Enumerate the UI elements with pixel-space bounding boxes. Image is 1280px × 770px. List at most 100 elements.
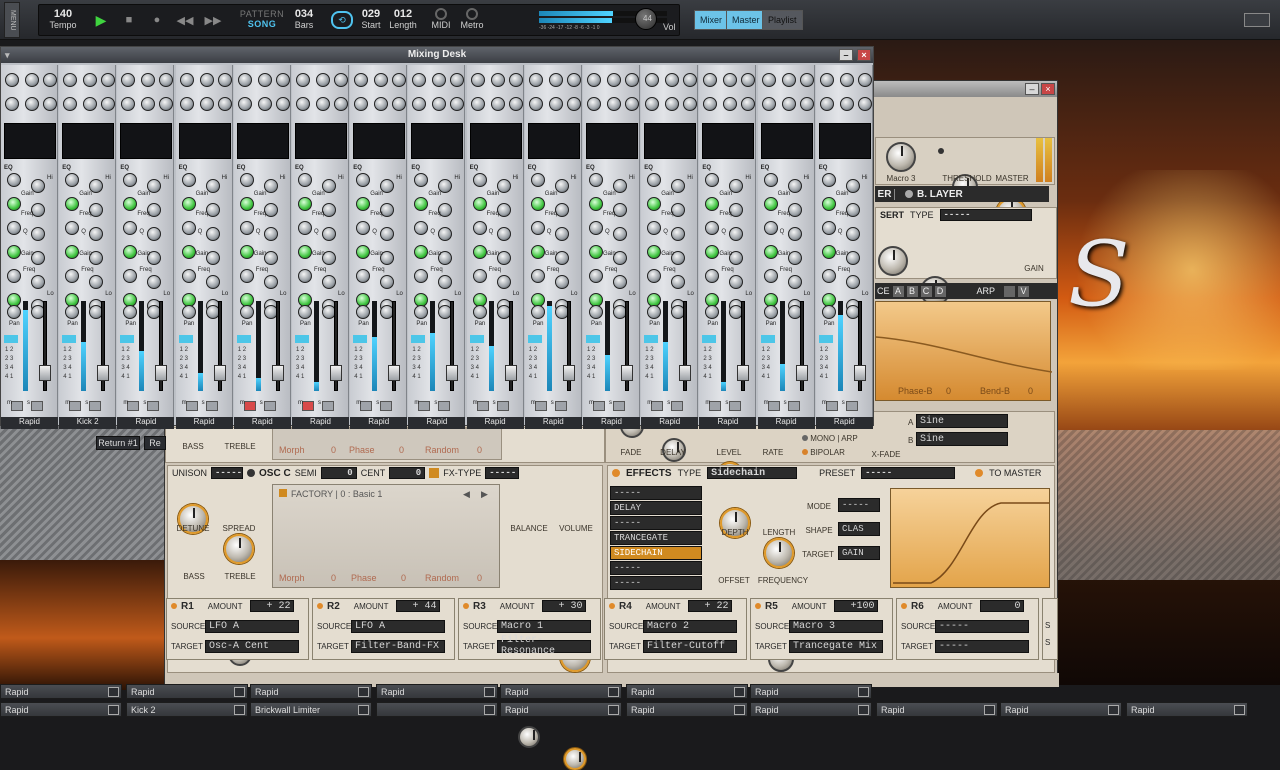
eq-knob[interactable] (787, 275, 802, 289)
send-knob[interactable] (723, 73, 738, 87)
eq-knob[interactable] (356, 173, 371, 187)
track-menu-button[interactable] (858, 687, 869, 697)
insert-slot-display[interactable] (411, 123, 464, 159)
eq-knob[interactable] (31, 227, 45, 241)
channel-name[interactable]: Kick 2 (59, 417, 117, 429)
fx-type-select[interactable]: ----- (485, 467, 520, 479)
eq-knob[interactable] (380, 275, 395, 289)
eq-knob[interactable] (705, 197, 720, 211)
eq-knob[interactable] (89, 275, 104, 289)
eq-knob[interactable] (181, 269, 196, 283)
fx-type-icon[interactable] (429, 468, 440, 478)
mute-button[interactable] (418, 401, 431, 411)
mono-arp-toggle[interactable]: MONO | ARP (802, 434, 858, 443)
eq-knob[interactable] (123, 221, 138, 235)
insert-slot-display[interactable] (527, 123, 580, 159)
insert-slot-display[interactable] (644, 123, 697, 159)
eq-knob[interactable] (496, 227, 511, 241)
track-bar[interactable]: Rapid (500, 684, 622, 699)
select-a-button[interactable]: A (892, 285, 904, 297)
eq-knob[interactable] (123, 173, 138, 187)
channel-fader[interactable] (330, 365, 342, 381)
send-knob[interactable] (645, 97, 660, 111)
track-bar[interactable]: Rapid (1126, 702, 1248, 717)
eq-knob[interactable] (31, 275, 45, 289)
insert-knob-1[interactable] (878, 246, 908, 276)
monitor-button[interactable] (62, 335, 77, 343)
track-bar[interactable]: Rapid (626, 684, 748, 699)
eq-knob[interactable] (821, 221, 836, 235)
send-knob[interactable] (819, 73, 834, 87)
v-button[interactable]: V (1018, 285, 1030, 297)
select-c-button[interactable]: C (920, 285, 932, 297)
insert-slot-display[interactable] (469, 123, 522, 159)
mod-source-select[interactable]: Macro 3 (789, 619, 883, 633)
playlist-view-button[interactable]: Playlist (762, 10, 803, 30)
bars-display[interactable]: 034 Bars (289, 8, 319, 30)
eq-knob[interactable] (181, 197, 196, 211)
channel-name[interactable]: Rapid (175, 417, 233, 429)
send-knob[interactable] (799, 73, 814, 87)
track-menu-button[interactable] (734, 687, 745, 697)
eq-knob[interactable] (414, 197, 429, 211)
mute-button[interactable] (709, 401, 722, 411)
send-knob[interactable] (528, 97, 543, 111)
send-knob[interactable] (819, 97, 834, 111)
send-knob[interactable] (703, 97, 718, 111)
mod-slot-led[interactable] (317, 603, 323, 609)
eq-knob[interactable] (472, 173, 487, 187)
monitor-button[interactable] (469, 335, 484, 343)
send-knob[interactable] (354, 73, 369, 87)
send-knob[interactable] (490, 97, 505, 111)
track-menu-button[interactable] (858, 705, 869, 715)
eq-knob[interactable] (298, 197, 312, 211)
wave-next-icon[interactable]: ▶ (481, 489, 488, 500)
send-knob[interactable] (548, 97, 563, 111)
eq-knob[interactable] (554, 227, 569, 241)
send-knob[interactable] (761, 97, 776, 111)
solo-button[interactable] (322, 401, 334, 411)
mute-button[interactable] (69, 401, 82, 411)
insert-slot-display[interactable] (295, 123, 347, 159)
send-knob[interactable] (587, 97, 601, 111)
mixer-close-button[interactable]: × (857, 49, 871, 61)
mute-button[interactable] (767, 401, 780, 411)
send-knob[interactable] (566, 73, 581, 87)
pan-knob[interactable] (821, 305, 836, 319)
eq-knob[interactable] (239, 221, 254, 235)
mode-select[interactable]: ----- (838, 498, 880, 512)
send-knob[interactable] (683, 97, 698, 111)
send-knob[interactable] (257, 73, 272, 87)
track-menu-button[interactable] (358, 705, 369, 715)
mute-button[interactable] (185, 401, 198, 411)
eq-knob[interactable] (298, 173, 312, 187)
metronome-button[interactable]: Metro (457, 8, 487, 30)
send-knob[interactable] (5, 97, 19, 111)
solo-button[interactable] (787, 401, 800, 411)
mod-source-select[interactable]: LFO A (351, 619, 445, 633)
mute-button[interactable] (243, 401, 256, 411)
mute-button[interactable] (825, 401, 838, 411)
channel-fader[interactable] (271, 365, 284, 381)
send-knob[interactable] (296, 97, 310, 111)
eq-knob[interactable] (589, 197, 603, 211)
pan-knob[interactable] (239, 305, 254, 319)
mod-slot-led[interactable] (463, 603, 469, 609)
send-knob[interactable] (25, 97, 39, 111)
send-knob[interactable] (839, 97, 854, 111)
mod-source-select[interactable]: Macro 2 (643, 619, 737, 633)
send-knob[interactable] (5, 73, 19, 87)
send-knob[interactable] (141, 97, 156, 111)
monitor-button[interactable] (527, 335, 542, 343)
pan-knob[interactable] (414, 305, 429, 319)
eq-knob[interactable] (472, 197, 487, 211)
return-1-tab[interactable]: Return #1 (96, 436, 140, 450)
track-menu-button[interactable] (484, 705, 495, 715)
osc-c-power-led[interactable] (247, 469, 256, 477)
track-bar[interactable]: Rapid (1000, 702, 1122, 717)
eq-knob[interactable] (7, 197, 21, 211)
send-knob[interactable] (316, 97, 330, 111)
track-bar[interactable]: Rapid (876, 702, 998, 717)
pan-knob[interactable] (472, 305, 487, 319)
eq-knob[interactable] (472, 221, 487, 235)
